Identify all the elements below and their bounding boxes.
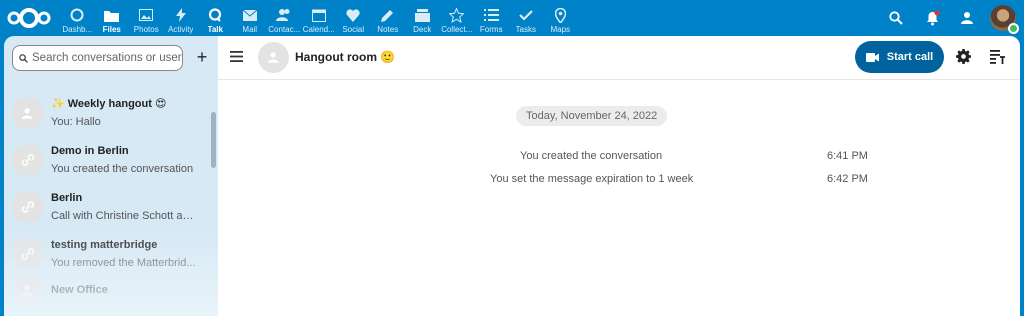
dashboard-icon (67, 5, 87, 25)
app-files[interactable]: Files (95, 0, 130, 36)
star-icon (447, 5, 467, 25)
link-icon (12, 238, 44, 270)
user-icon (267, 52, 278, 63)
top-bar: Dashb... Files Photos Activity Talk Mail… (0, 0, 1024, 36)
conversation-item[interactable]: New Office (12, 268, 202, 312)
conversation-name: Berlin (51, 191, 83, 204)
contacts-menu-icon[interactable] (950, 0, 986, 36)
sidebar-scrollbar[interactable] (211, 112, 216, 168)
conversation-item[interactable]: ✨ Weekly hangout 😍 You: Hallo (12, 91, 202, 135)
search-icon[interactable] (878, 0, 914, 36)
start-call-label: Start call (886, 51, 934, 63)
app-calendar[interactable]: Calend... (302, 0, 337, 36)
system-message: You set the message expiration to 1 week (490, 173, 694, 185)
conversation-name: Demo in Berlin (51, 144, 129, 157)
conversation-name: New Office (51, 283, 108, 296)
system-message: You created the conversation (520, 150, 663, 162)
add-conversation-button[interactable]: + (192, 48, 212, 68)
app-forms[interactable]: Forms (474, 0, 509, 36)
link-icon (12, 191, 44, 223)
heart-icon (343, 5, 363, 25)
app-social[interactable]: Social (336, 0, 371, 36)
menu-icon[interactable] (230, 49, 244, 63)
app-contacts[interactable]: Contac... (267, 0, 302, 36)
app-menu: Dashb... Files Photos Activity Talk Mail… (60, 0, 578, 36)
start-call-button[interactable]: Start call (855, 41, 944, 73)
conversation-preview: You: Hallo (51, 115, 101, 128)
conversation-item[interactable]: Demo in Berlin You created the conversat… (12, 138, 202, 182)
app-notes[interactable]: Notes (371, 0, 406, 36)
user-icon (12, 274, 44, 306)
message-time: 6:42 PM (827, 173, 868, 185)
conversation-name: ✨ Weekly hangout 😍 (51, 97, 167, 110)
app-photos[interactable]: Photos (129, 0, 164, 36)
date-separator: Today, November 24, 2022 (516, 106, 668, 126)
app-dashboard[interactable]: Dashb... (60, 0, 95, 36)
calendar-icon (309, 5, 329, 25)
app-mail[interactable]: Mail (233, 0, 268, 36)
video-camera-icon (865, 52, 879, 62)
image-icon (136, 5, 156, 25)
online-status-icon (1008, 23, 1019, 34)
app-maps[interactable]: Maps (543, 0, 578, 36)
app-deck[interactable]: Deck (405, 0, 440, 36)
check-icon (516, 5, 536, 25)
folder-icon (102, 5, 122, 25)
search-box (12, 45, 183, 71)
room-title[interactable]: Hangout room 🙂 (295, 50, 395, 64)
conversation-name: testing matterbridge (51, 238, 158, 251)
lightning-icon (171, 5, 191, 25)
forms-icon (481, 5, 501, 25)
user-icon (12, 97, 44, 129)
contacts-icon (274, 5, 294, 25)
conversation-sidebar: + ✨ Weekly hangout 😍 You: Hallo Demo in … (4, 36, 218, 316)
pencil-icon (378, 5, 398, 25)
deck-icon (412, 5, 432, 25)
search-input[interactable] (32, 52, 182, 64)
user-avatar[interactable] (990, 5, 1019, 34)
mail-icon (240, 5, 260, 25)
app-collectives[interactable]: Collect... (440, 0, 475, 36)
link-icon (12, 144, 44, 176)
gear-icon[interactable] (956, 49, 972, 65)
nextcloud-logo[interactable] (6, 6, 52, 30)
message-time: 6:41 PM (827, 150, 868, 162)
conversation-preview: You created the conversation (51, 162, 194, 175)
top-right-actions (878, 0, 1019, 36)
search-icon (19, 53, 28, 63)
chat-panel: Hangout room 🙂 Start call Today, Novembe… (218, 36, 1020, 316)
chat-header: Hangout room 🙂 Start call (218, 36, 1020, 80)
app-talk[interactable]: Talk (198, 0, 233, 36)
toggle-sidebar-icon[interactable] (990, 49, 1006, 65)
conversation-preview: Call with Christine Schott an... (51, 209, 196, 222)
app-tasks[interactable]: Tasks (509, 0, 544, 36)
talk-icon (205, 5, 225, 25)
conversation-item[interactable]: Berlin Call with Christine Schott an... (12, 185, 202, 229)
app-activity[interactable]: Activity (164, 0, 199, 36)
notifications-bell-icon[interactable] (914, 0, 950, 36)
room-avatar[interactable] (258, 42, 289, 73)
map-pin-icon (550, 5, 570, 25)
